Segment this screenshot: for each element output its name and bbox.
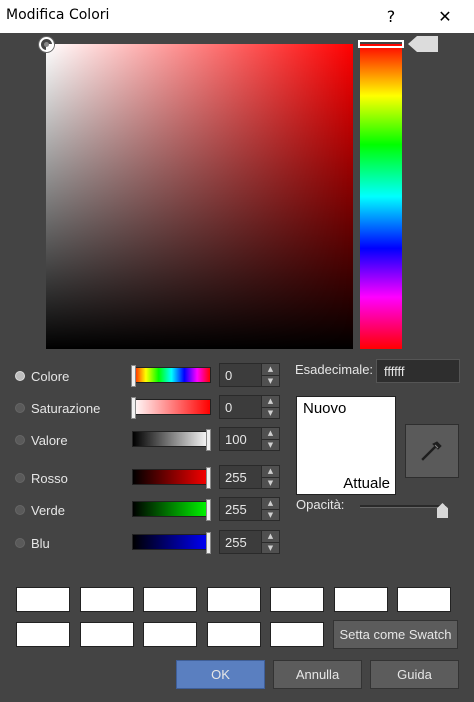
ok-button[interactable]: OK xyxy=(176,660,265,689)
spinner-value[interactable]: 100 xyxy=(220,428,261,450)
radio-dot-icon xyxy=(15,403,25,413)
help-guide-button[interactable]: Guida xyxy=(370,660,459,689)
title-bar: Modifica Colori ? ✕ xyxy=(0,0,474,33)
spin-down-icon[interactable]: ▼ xyxy=(262,438,279,450)
radio-dot-icon xyxy=(15,505,25,515)
saturation-value-cursor[interactable] xyxy=(39,37,54,52)
spin-up-icon[interactable]: ▲ xyxy=(262,364,279,375)
saturation-value-picker[interactable] xyxy=(46,44,353,349)
spin-up-icon[interactable]: ▲ xyxy=(262,531,279,542)
close-button[interactable]: ✕ xyxy=(420,0,470,33)
spinner-rosso[interactable]: 255 ▲ ▼ xyxy=(219,465,280,489)
slider-valore[interactable] xyxy=(132,429,211,451)
slider-thumb[interactable] xyxy=(131,365,136,387)
swatch[interactable] xyxy=(397,587,451,612)
radio-saturazione[interactable]: Saturazione xyxy=(15,398,100,418)
opacity-slider[interactable] xyxy=(360,505,446,508)
preview-current-label: Attuale xyxy=(343,475,390,492)
hue-bar[interactable] xyxy=(360,44,402,349)
swatch[interactable] xyxy=(334,587,388,612)
set-swatch-button[interactable]: Setta come Swatch xyxy=(333,620,458,649)
slider-verde[interactable] xyxy=(132,499,211,521)
spin-up-icon[interactable]: ▲ xyxy=(262,428,279,439)
spinner-value[interactable]: 0 xyxy=(220,364,261,386)
opacity-label: Opacità: xyxy=(296,497,345,512)
spinner-saturazione[interactable]: 0 ▲ ▼ xyxy=(219,395,280,419)
swatch[interactable] xyxy=(16,587,70,612)
spinner-value[interactable]: 255 xyxy=(220,466,261,488)
spin-up-icon[interactable]: ▲ xyxy=(262,466,279,477)
radio-dot-icon xyxy=(15,473,25,483)
spinner-value[interactable]: 255 xyxy=(220,498,261,520)
color-preview: Nuovo Attuale xyxy=(296,396,396,495)
slider-thumb[interactable] xyxy=(206,532,211,554)
radio-dot-icon xyxy=(15,538,25,548)
swatch[interactable] xyxy=(143,622,197,647)
spin-up-icon[interactable]: ▲ xyxy=(262,396,279,407)
radio-label: Valore xyxy=(31,432,68,448)
swatch[interactable] xyxy=(270,587,324,612)
spinner-blu[interactable]: 255 ▲ ▼ xyxy=(219,530,280,554)
spinner-verde[interactable]: 255 ▲ ▼ xyxy=(219,497,280,521)
slider-blu[interactable] xyxy=(132,532,211,554)
radio-valore[interactable]: Valore xyxy=(15,430,68,450)
radio-blu[interactable]: Blu xyxy=(15,533,50,553)
cancel-button[interactable]: Annulla xyxy=(273,660,362,689)
spin-down-icon[interactable]: ▼ xyxy=(262,406,279,418)
radio-dot-icon xyxy=(15,435,25,445)
spinner-colore[interactable]: 0 ▲ ▼ xyxy=(219,363,280,387)
radio-label: Colore xyxy=(31,368,70,384)
slider-thumb[interactable] xyxy=(206,499,211,521)
slider-colore[interactable] xyxy=(131,365,211,387)
swatch[interactable] xyxy=(80,622,134,647)
radio-label: Saturazione xyxy=(31,400,101,416)
radio-label: Blu xyxy=(31,535,50,551)
eyedropper-button[interactable] xyxy=(405,424,459,478)
slider-thumb[interactable] xyxy=(131,397,136,419)
swatch[interactable] xyxy=(80,587,134,612)
spinner-value[interactable]: 0 xyxy=(220,396,261,418)
hue-marker[interactable] xyxy=(358,40,404,48)
swatch[interactable] xyxy=(270,622,324,647)
window-title: Modifica Colori xyxy=(6,7,110,23)
spin-down-icon[interactable]: ▼ xyxy=(262,476,279,488)
spin-down-icon[interactable]: ▼ xyxy=(262,374,279,386)
preview-new-label: Nuovo xyxy=(303,400,347,417)
swatch[interactable] xyxy=(143,587,197,612)
slider-thumb[interactable] xyxy=(206,467,211,489)
spin-down-icon[interactable]: ▼ xyxy=(262,508,279,520)
radio-label: Verde xyxy=(31,502,65,518)
spin-down-icon[interactable]: ▼ xyxy=(262,541,279,553)
swatch[interactable] xyxy=(207,622,261,647)
help-button[interactable]: ? xyxy=(366,0,416,33)
radio-rosso[interactable]: Rosso xyxy=(15,468,68,488)
eyedropper-icon xyxy=(421,441,442,461)
hex-label: Esadecimale: xyxy=(295,362,374,377)
hex-input[interactable]: ffffff xyxy=(376,359,460,383)
slider-thumb[interactable] xyxy=(206,429,211,451)
swatch[interactable] xyxy=(16,622,70,647)
slider-rosso[interactable] xyxy=(132,467,211,489)
spinner-value[interactable]: 255 xyxy=(220,531,261,553)
radio-verde[interactable]: Verde xyxy=(15,500,65,520)
swatch[interactable] xyxy=(207,587,261,612)
spin-up-icon[interactable]: ▲ xyxy=(262,498,279,509)
radio-colore[interactable]: Colore xyxy=(15,366,69,386)
hue-pointer-icon[interactable] xyxy=(408,36,438,52)
radio-label: Rosso xyxy=(31,470,68,486)
radio-dot-icon xyxy=(15,371,25,381)
slider-saturazione[interactable] xyxy=(131,397,211,419)
spinner-valore[interactable]: 100 ▲ ▼ xyxy=(219,427,280,451)
